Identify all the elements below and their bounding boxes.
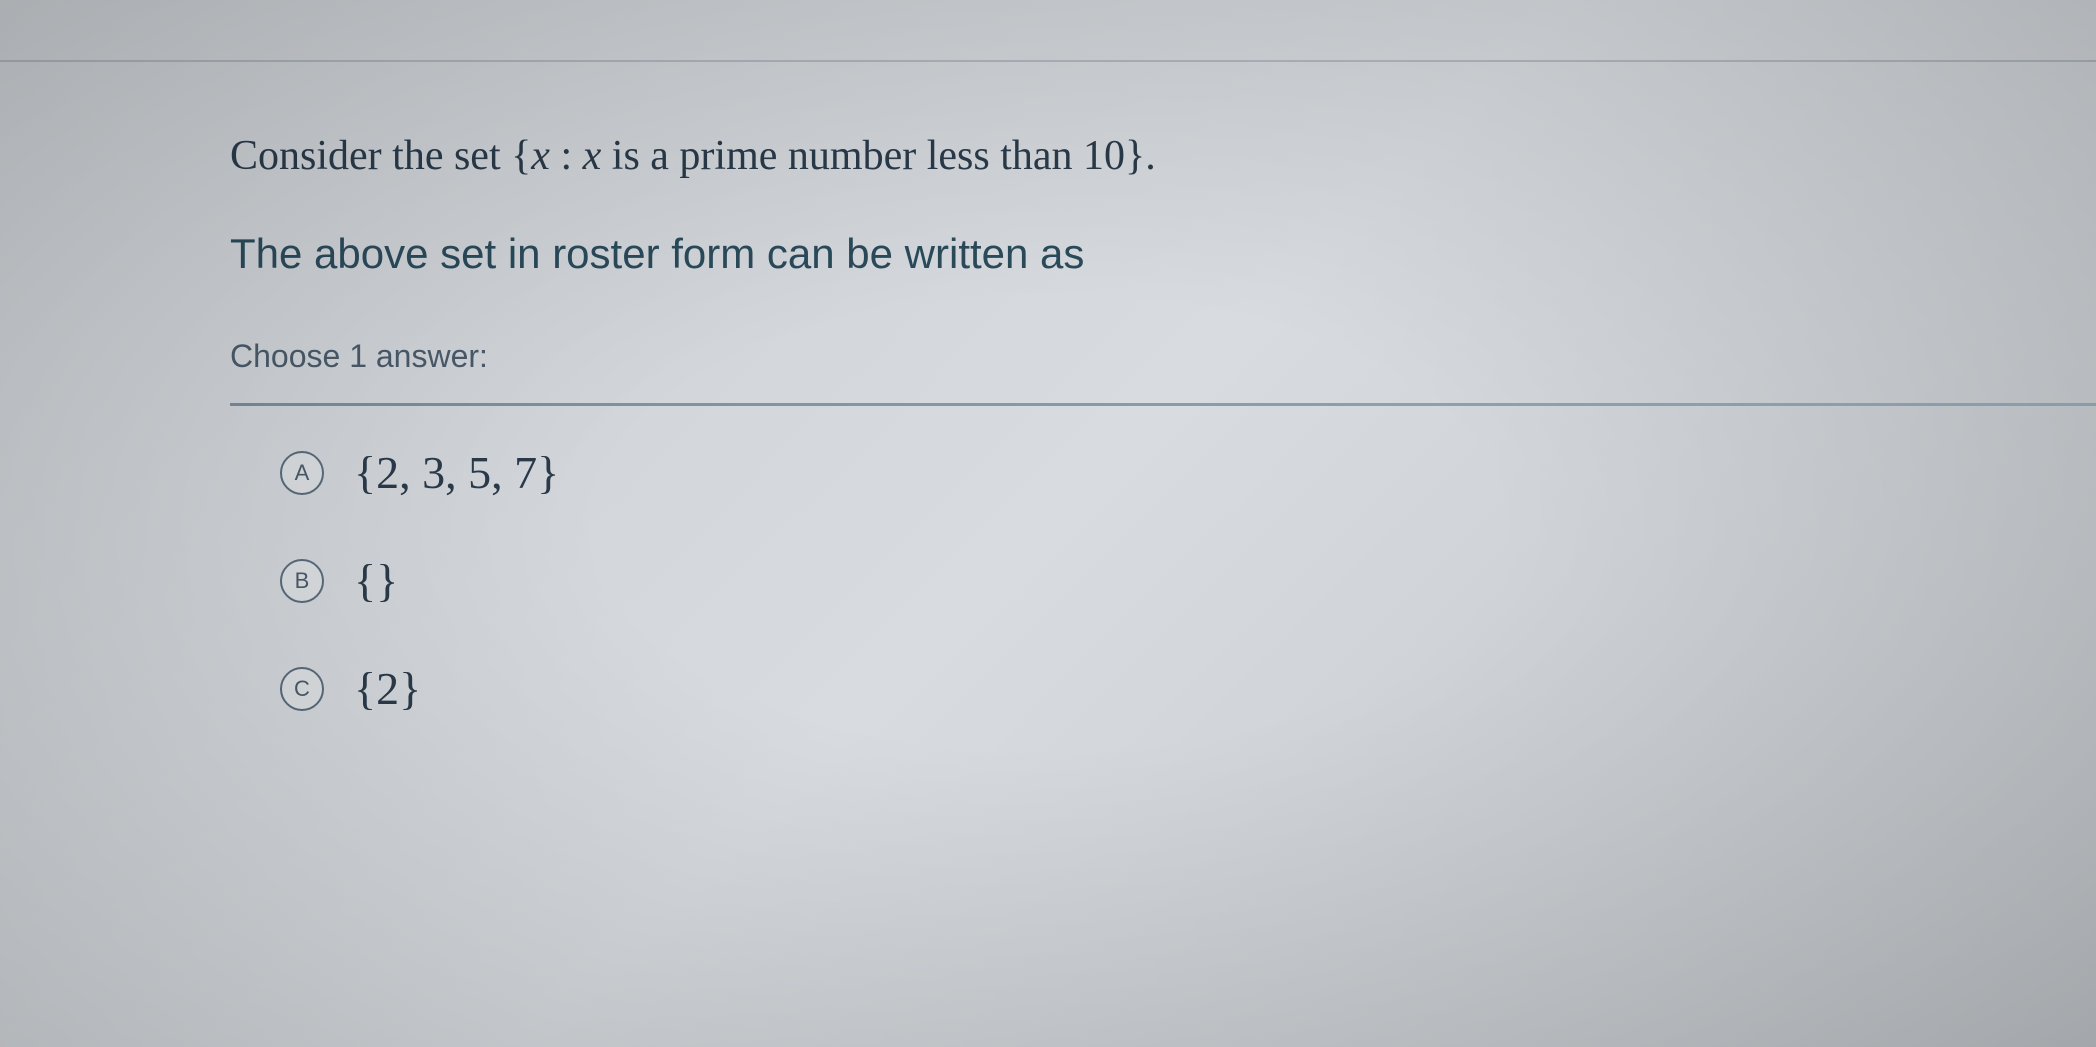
- answer-option-b[interactable]: B {}: [230, 554, 1866, 607]
- answer-text-a: {2, 3, 5, 7}: [354, 446, 559, 499]
- question-content: Consider the set {x : x is a prime numbe…: [0, 0, 2096, 715]
- radio-letter-a: A: [280, 451, 324, 495]
- answer-option-a[interactable]: A {2, 3, 5, 7}: [230, 446, 1866, 499]
- set-variable-2: x: [583, 133, 602, 179]
- answer-option-c[interactable]: C {2}: [230, 662, 1866, 715]
- answer-text-c: {2}: [354, 662, 421, 715]
- question-line-2: The above set in roster form can be writ…: [230, 230, 1866, 278]
- answers-divider: [230, 403, 2096, 406]
- question-suffix: .: [1145, 133, 1156, 179]
- set-colon: :: [550, 133, 583, 179]
- set-open-brace: {: [511, 133, 531, 179]
- answer-text-b: {}: [354, 554, 398, 607]
- choose-answer-label: Choose 1 answer:: [230, 338, 1866, 375]
- question-prefix: Consider the set: [230, 133, 511, 179]
- radio-letter-c: C: [280, 667, 324, 711]
- set-variable-1: x: [531, 133, 550, 179]
- set-description: is a prime number less than 10: [601, 133, 1125, 179]
- set-close-brace: }: [1125, 133, 1145, 179]
- question-line-1: Consider the set {x : x is a prime numbe…: [230, 132, 1866, 180]
- radio-letter-b: B: [280, 559, 324, 603]
- top-divider: [0, 60, 2096, 62]
